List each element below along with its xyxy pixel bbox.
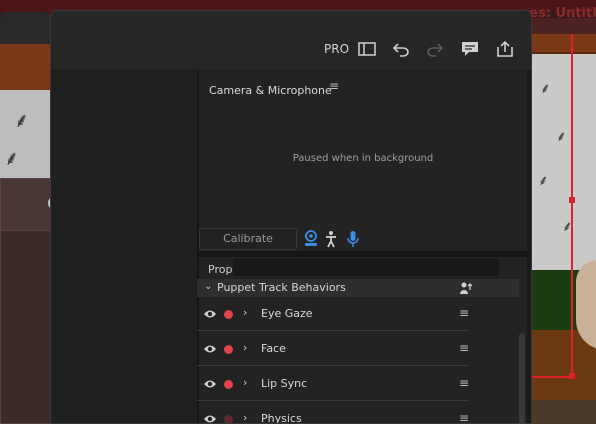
camera-status: Paused when in background (292, 153, 434, 164)
scene-crack: ⸙ (14, 108, 29, 132)
toolbar: PRO (51, 11, 531, 71)
selection-edge (571, 34, 573, 379)
chevron-right-icon[interactable]: › (243, 376, 247, 389)
properties-scrollbar[interactable] (519, 333, 525, 423)
face-camera-icon[interactable] (303, 230, 319, 248)
behavior-group-header[interactable]: ⌄ Puppet Track Behaviors (197, 279, 519, 297)
left-window-brick (0, 44, 50, 90)
redo-icon[interactable] (424, 38, 446, 60)
comment-icon[interactable] (459, 38, 481, 60)
behavior-label: Face (261, 342, 286, 355)
properties-name-field[interactable] (233, 259, 499, 276)
eye-icon[interactable] (203, 308, 217, 320)
scene-crack: ⸙ (556, 129, 567, 145)
scene-preview: ⸙ ⸙ ⸙ ⸙ (532, 34, 596, 424)
left-window-titlebar (0, 12, 50, 44)
panel-separator (197, 251, 531, 257)
camera-panel-menu-icon[interactable]: ≡ (329, 79, 339, 93)
body-tracking-icon[interactable] (323, 230, 339, 248)
scene-crack: ⸙ (538, 173, 549, 189)
pro-label[interactable]: PRO (324, 42, 349, 56)
chevron-right-icon[interactable]: › (243, 306, 247, 319)
panel-layout-icon[interactable] (356, 38, 378, 60)
behavior-row[interactable]: › Physics ≡ (197, 402, 469, 424)
behavior-label: Eye Gaze (261, 307, 313, 320)
selection-handle[interactable] (569, 197, 575, 203)
arm-indicator[interactable] (224, 310, 233, 319)
eye-icon[interactable] (203, 343, 217, 355)
main-panel: PRO Camera & Microphone ≡ Paused when in… (50, 10, 532, 424)
selection-edge (532, 376, 573, 378)
behavior-menu-icon[interactable]: ≡ (459, 411, 469, 423)
share-icon[interactable] (494, 38, 516, 60)
scene-crack: ⸙ (540, 81, 551, 97)
behavior-row[interactable]: › Face ≡ (197, 332, 469, 366)
camera-panel-title: Camera & Microphone (209, 84, 332, 97)
arm-indicator[interactable] (224, 380, 233, 389)
chevron-right-icon[interactable]: › (243, 411, 247, 423)
selection-handle[interactable] (569, 373, 575, 379)
behavior-menu-icon[interactable]: ≡ (459, 341, 469, 355)
behavior-row[interactable]: › Lip Sync ≡ (197, 367, 469, 401)
panel-edge (527, 71, 531, 423)
scene-crack: ⸙ (4, 146, 19, 170)
project-panel (51, 71, 197, 423)
chevron-down-icon[interactable]: ⌄ (204, 281, 212, 292)
calibrate-button[interactable]: Calibrate (199, 228, 297, 250)
behavior-label: Lip Sync (261, 377, 308, 390)
eye-icon[interactable] (203, 378, 217, 390)
behavior-label: Physics (261, 412, 302, 424)
chevron-right-icon[interactable]: › (243, 341, 247, 354)
scene-floor (532, 400, 596, 424)
microphone-icon[interactable] (345, 230, 361, 248)
undo-icon[interactable] (390, 38, 412, 60)
add-behavior-icon[interactable] (459, 281, 473, 295)
behavior-row[interactable]: › Eye Gaze ≡ (197, 297, 469, 331)
behavior-menu-icon[interactable]: ≡ (459, 376, 469, 390)
behavior-group-label: Puppet Track Behaviors (217, 281, 346, 294)
scene-brick-row (532, 34, 596, 54)
eye-icon[interactable] (203, 413, 217, 424)
arm-indicator[interactable] (224, 345, 233, 354)
properties-panel-title: Prop (208, 263, 233, 276)
arm-indicator[interactable] (224, 415, 233, 423)
behavior-menu-icon[interactable]: ≡ (459, 306, 469, 320)
